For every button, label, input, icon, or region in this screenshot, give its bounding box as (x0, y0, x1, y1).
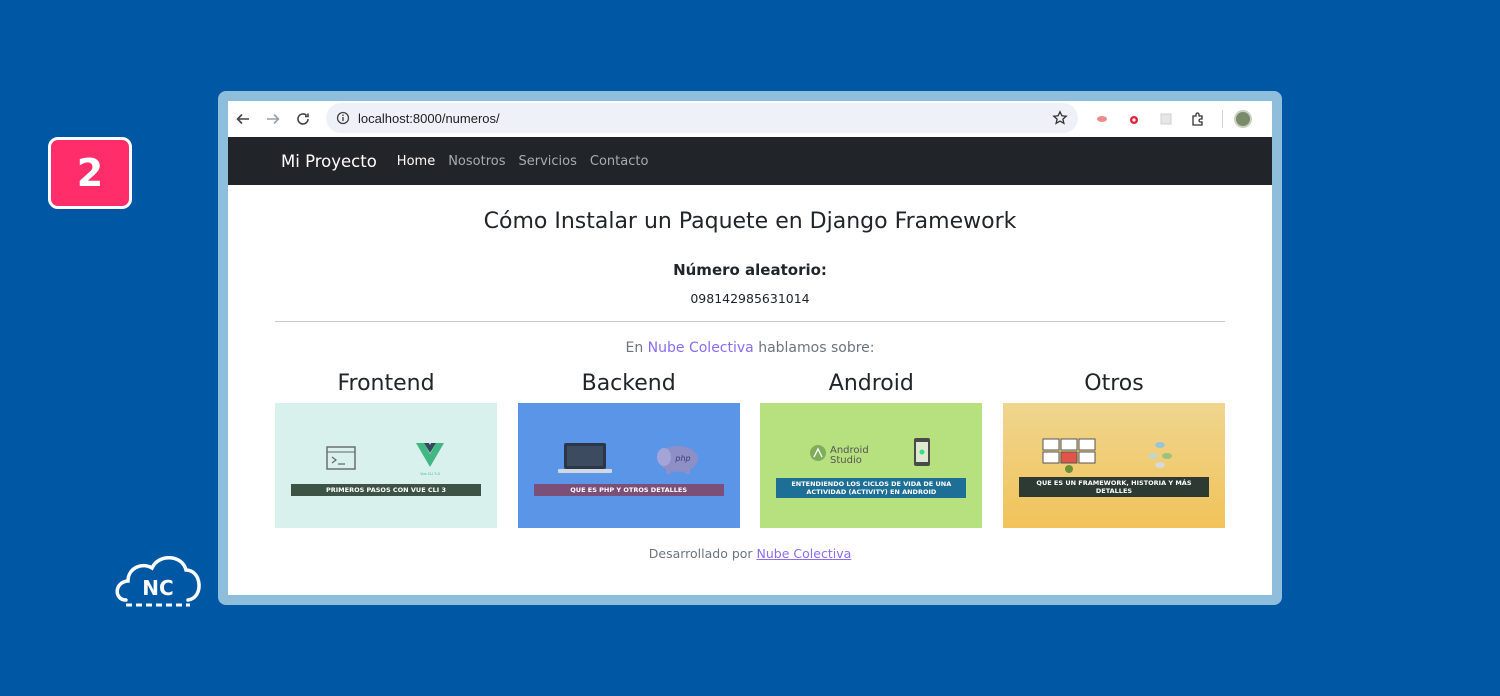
card-android[interactable]: Android Android Studio ENTENDIENDO LOS C… (760, 371, 983, 528)
menu-kebab-icon[interactable] (1261, 105, 1272, 133)
step-number-badge: 2 (48, 137, 132, 209)
phone-icon (914, 438, 931, 466)
extension-1-icon[interactable] (1088, 105, 1116, 133)
page-footer: Desarrollado por Nube Colectiva (275, 546, 1225, 561)
topic-cards: Frontend Vue CLI 3.0 PRIMEROS PASOS CON … (275, 371, 1225, 528)
intro-prefix: En (625, 340, 648, 356)
android-studio-icon: Android Studio (810, 445, 869, 466)
card-backend[interactable]: Backend php QUE ES PHP Y OTROS DETALLES (517, 371, 740, 528)
card-image-android[interactable]: Android Studio ENTENDIENDO LOS CICLOS DE… (760, 403, 983, 528)
browser-window: localhost:8000/numeros/ Mi Proyecto Home… (228, 101, 1272, 595)
terminal-icon (326, 446, 356, 470)
bookmark-star-icon[interactable] (1052, 110, 1068, 126)
extension-3-icon[interactable] (1152, 105, 1180, 133)
card-banner: ENTENDIENDO LOS CICLOS DE VIDA DE UNA AC… (776, 478, 967, 498)
nav-link-nosotros[interactable]: Nosotros (448, 154, 505, 169)
php-elephant-icon: php (656, 446, 698, 474)
card-banner: QUE ES UN FRAMEWORK, HISTORIA Y MÁS DETA… (1018, 477, 1209, 497)
toolbar-separator (1222, 110, 1223, 128)
card-otros[interactable]: Otros QUE ES UN FRAMEWORK, HISTORIA Y MÁ… (1002, 371, 1225, 528)
arrow-right-icon (267, 113, 280, 125)
extension-2-icon[interactable] (1120, 105, 1148, 133)
site-navbar: Mi Proyecto Home Nosotros Servicios Cont… (228, 137, 1272, 185)
reload-button[interactable] (288, 104, 318, 134)
intro-link[interactable]: Nube Colectiva (648, 340, 759, 356)
card-title: Frontend (337, 371, 435, 396)
card-title: Android (828, 371, 914, 396)
screenshot-frame: localhost:8000/numeros/ Mi Proyecto Home… (218, 91, 1282, 605)
back-button[interactable] (228, 104, 258, 134)
card-banner: QUE ES PHP Y OTROS DETALLES (533, 484, 724, 496)
nav-link-servicios[interactable]: Servicios (518, 154, 576, 169)
card-title: Backend (581, 371, 676, 396)
url-text: localhost:8000/numeros/ (358, 110, 500, 126)
navbar-brand[interactable]: Mi Proyecto (281, 152, 377, 171)
android-studio-text-2: Studio (830, 455, 862, 466)
section-divider (275, 321, 1225, 322)
extensions-area (1088, 105, 1272, 133)
php-label: php (674, 454, 690, 463)
card-frontend[interactable]: Frontend Vue CLI 3.0 PRIMEROS PASOS CON … (275, 371, 497, 528)
nav-link-contacto[interactable]: Contacto (590, 154, 649, 169)
nav-link-home[interactable]: Home (397, 154, 435, 169)
forward-button[interactable] (258, 104, 288, 134)
random-number-value: 098142985631014 (690, 291, 810, 306)
card-image-frontend[interactable]: Vue CLI 3.0 PRIMEROS PASOS CON VUE CLI 3 (275, 403, 497, 528)
browser-toolbar: localhost:8000/numeros/ (228, 101, 1272, 137)
framework-diagram-icon (1042, 438, 1096, 473)
logo-text: NC (142, 576, 173, 600)
reload-icon (297, 113, 309, 125)
extensions-puzzle-icon[interactable] (1184, 105, 1212, 133)
footer-link[interactable]: Nube Colectiva (757, 546, 852, 561)
nube-colectiva-logo: NC (115, 556, 201, 607)
site-info-icon (336, 111, 350, 125)
random-number-label: Número aleatorio: (673, 261, 827, 279)
intro-suffix: hablamos sobre: (758, 340, 875, 356)
card-image-backend[interactable]: php QUE ES PHP Y OTROS DETALLES (517, 403, 740, 528)
vue-logo-icon: Vue CLI 3.0 (416, 443, 444, 476)
page-content: Cómo Instalar un Paquete en Django Frame… (275, 209, 1225, 561)
card-banner: PRIMEROS PASOS CON VUE CLI 3 (291, 484, 481, 496)
footer-prefix: Desarrollado por (648, 546, 757, 561)
profile-avatar[interactable] (1229, 105, 1257, 133)
laptop-icon (557, 443, 612, 473)
address-bar[interactable]: localhost:8000/numeros/ (326, 103, 1078, 133)
database-icon (1147, 442, 1172, 468)
card-image-otros[interactable]: QUE ES UN FRAMEWORK, HISTORIA Y MÁS DETA… (1002, 403, 1225, 528)
arrow-left-icon (236, 113, 249, 125)
page-title: Cómo Instalar un Paquete en Django Frame… (483, 209, 1017, 234)
card-title: Otros (1084, 371, 1144, 396)
intro-text: En Nube Colectiva hablamos sobre: (275, 340, 1225, 356)
vue-caption: Vue CLI 3.0 (420, 472, 440, 476)
